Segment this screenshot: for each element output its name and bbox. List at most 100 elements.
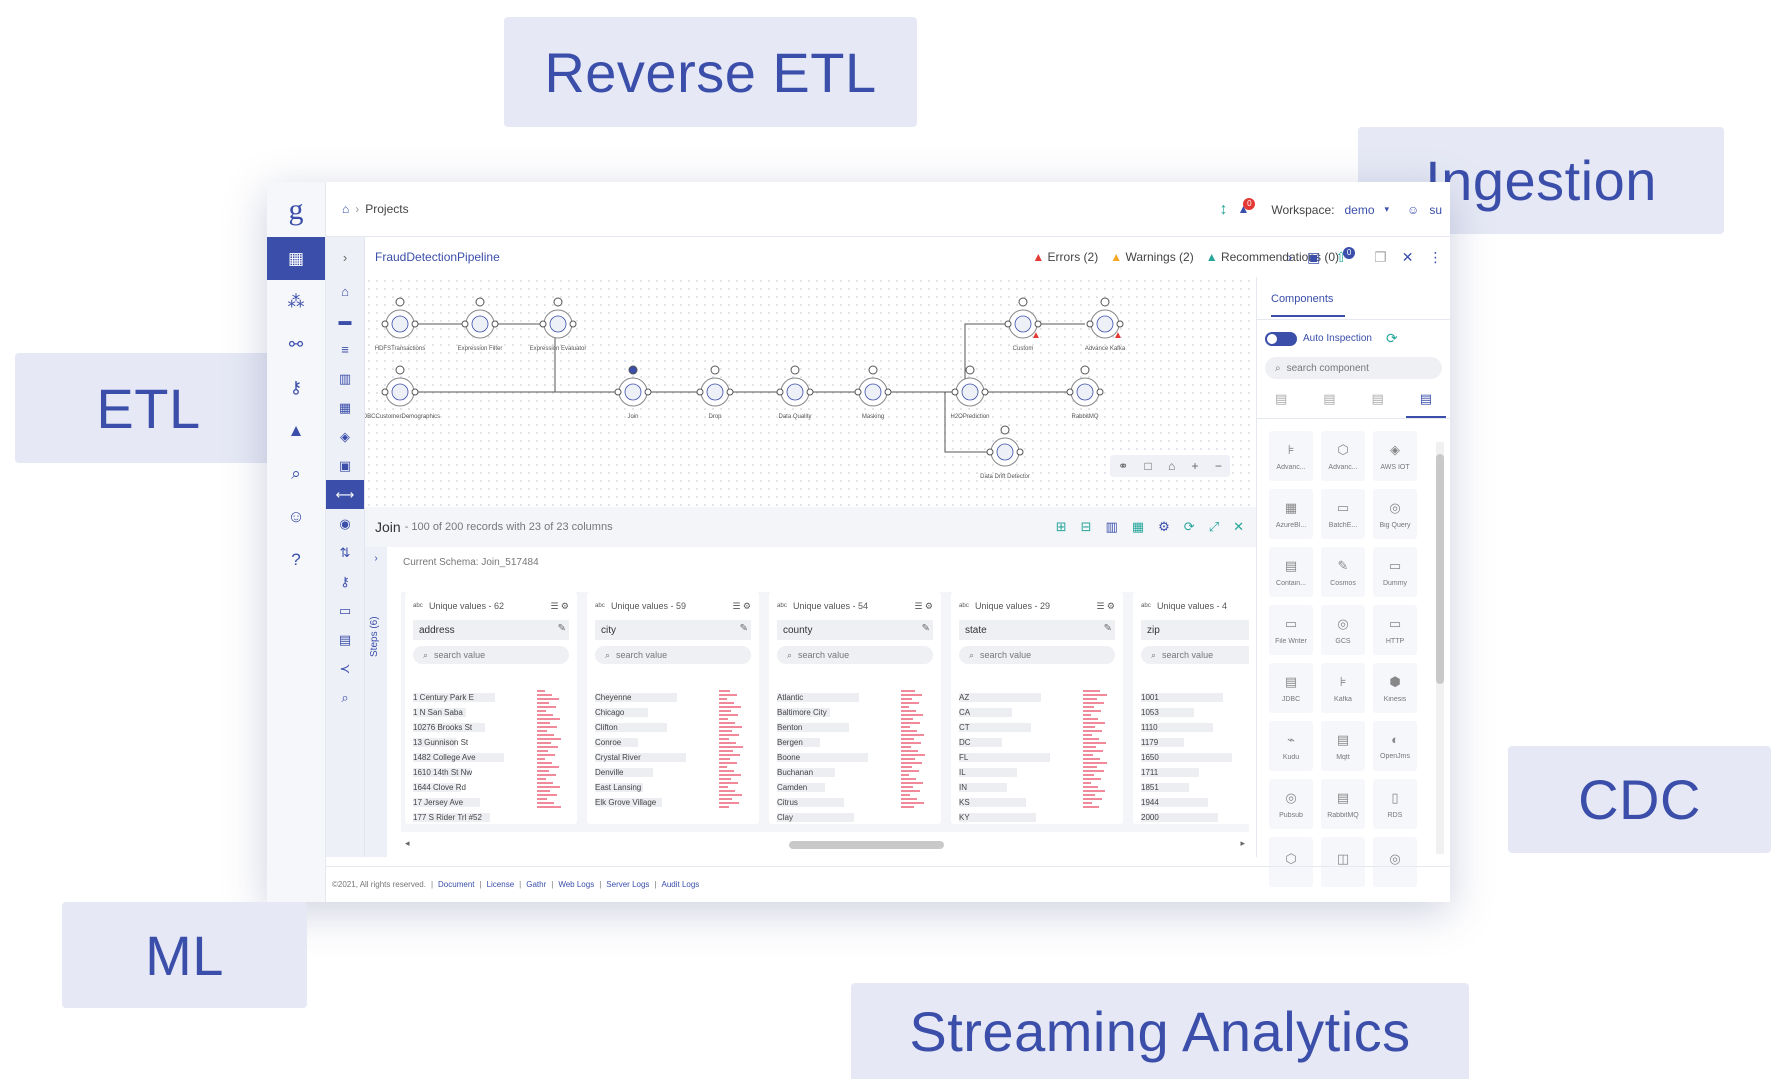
- footer-link[interactable]: License: [487, 880, 515, 889]
- chevron-right-icon[interactable]: ›: [1288, 249, 1293, 265]
- steps-panel[interactable]: › Steps (6): [365, 547, 387, 857]
- warnings-indicator[interactable]: ▲ Warnings (2): [1110, 250, 1193, 264]
- sync-icon[interactable]: ↕: [1219, 201, 1227, 219]
- component-item[interactable]: ▤ Contain...: [1269, 547, 1313, 597]
- list-item[interactable]: East Lansing: [595, 780, 691, 795]
- column-name-field[interactable]: city: [595, 620, 751, 640]
- column-search-input[interactable]: ⌕ search value: [413, 646, 569, 664]
- save-icon[interactable]: ▣: [1307, 249, 1320, 266]
- list-item[interactable]: CT: [959, 720, 1055, 735]
- refresh-data-icon[interactable]: ⟳: [1184, 519, 1195, 535]
- share-icon[interactable]: ≺: [326, 654, 364, 683]
- list-item[interactable]: 1644 Clove Rd: [413, 780, 509, 795]
- list-item[interactable]: Clay: [777, 810, 873, 825]
- pipeline-name[interactable]: FraudDetectionPipeline: [375, 250, 500, 264]
- list-item[interactable]: IL: [959, 765, 1055, 780]
- list-item[interactable]: 13 Gunnison St: [413, 735, 509, 750]
- list-item[interactable]: Cheyenne: [595, 690, 691, 705]
- chart-icon[interactable]: ▥: [326, 364, 364, 393]
- zoom-out-icon[interactable]: −: [1215, 459, 1222, 473]
- list-item[interactable]: 1650: [1141, 750, 1237, 765]
- list-item[interactable]: 17 Jersey Ave: [413, 795, 509, 810]
- column-search-input[interactable]: ⌕ search value: [959, 646, 1115, 664]
- table-view-icon[interactable]: ▦: [1132, 519, 1144, 535]
- list-item[interactable]: 1053: [1141, 705, 1237, 720]
- list-item[interactable]: 1 N San Saba: [413, 705, 509, 720]
- list-item[interactable]: 1 Century Park E: [413, 690, 509, 705]
- components-scrollbar[interactable]: [1436, 442, 1444, 854]
- column-settings-icon[interactable]: ☰ ⚙: [550, 601, 569, 612]
- list-item[interactable]: KY: [959, 810, 1055, 825]
- component-item[interactable]: ▭ BatchE...: [1321, 489, 1365, 539]
- pipeline-node[interactable]: RabbitMQ: [1066, 365, 1104, 420]
- component-item[interactable]: ◎ Big Query: [1373, 489, 1417, 539]
- publish-icon[interactable]: ⇧0: [1335, 246, 1359, 266]
- home-sub-icon[interactable]: ⌂: [326, 277, 364, 306]
- component-item[interactable]: ▯ RDS: [1373, 779, 1417, 829]
- column-search-input[interactable]: ⌕ search value: [777, 646, 933, 664]
- component-item[interactable]: ⊧ Kafka: [1321, 663, 1365, 713]
- list-item[interactable]: Camden: [777, 780, 873, 795]
- errors-indicator[interactable]: ▲ Errors (2): [1032, 250, 1098, 264]
- columns-view-icon[interactable]: ▥: [1106, 519, 1118, 535]
- dashboard-icon[interactable]: ▦: [267, 237, 325, 280]
- list-item[interactable]: Crystal River: [595, 750, 691, 765]
- pipeline-node[interactable]: HDFSTransactions: [375, 297, 425, 352]
- component-search[interactable]: ⌕ search component: [1265, 357, 1442, 379]
- zoom-in-icon[interactable]: +: [1192, 459, 1199, 473]
- pipeline-node[interactable]: Masking: [854, 365, 892, 420]
- pipeline-icon[interactable]: ⟷: [326, 480, 364, 509]
- category-emitter-icon[interactable]: ▤: [1405, 391, 1446, 418]
- column-settings-icon[interactable]: ☰ ⚙: [732, 601, 751, 612]
- profile-scrollbar[interactable]: ◂ ▸: [401, 838, 1249, 850]
- monitor-icon[interactable]: ▭: [326, 596, 364, 625]
- folder-icon[interactable]: ▬: [326, 306, 364, 335]
- list-item[interactable]: Buchanan: [777, 765, 873, 780]
- list-item[interactable]: 1711: [1141, 765, 1237, 780]
- copy-icon[interactable]: ❐: [1374, 249, 1387, 266]
- shield-icon[interactable]: ◈: [326, 422, 364, 451]
- column-search-input[interactable]: ⌕ search value: [1141, 646, 1249, 664]
- pipeline-node[interactable]: Data Quality: [776, 365, 814, 420]
- chevron-down-icon[interactable]: ▾: [1385, 204, 1390, 215]
- breadcrumb-projects[interactable]: Projects: [365, 202, 408, 216]
- list-item[interactable]: Baltimore City: [777, 705, 873, 720]
- component-item[interactable]: ⬢ Kinesis: [1373, 663, 1417, 713]
- list-item[interactable]: 1179: [1141, 735, 1237, 750]
- list-item[interactable]: Citrus: [777, 795, 873, 810]
- component-item[interactable]: ▦ AzureBl...: [1269, 489, 1313, 539]
- list-item[interactable]: Clifton: [595, 720, 691, 735]
- users-icon[interactable]: ☺: [267, 495, 325, 538]
- list-item[interactable]: KS: [959, 795, 1055, 810]
- footer-link[interactable]: Server Logs: [606, 880, 649, 889]
- components-tab[interactable]: Components: [1257, 277, 1450, 320]
- list-item[interactable]: 177 S Rider Trl #52: [413, 810, 509, 825]
- pipeline-node[interactable]: H2OPrediction: [950, 365, 990, 420]
- list-item[interactable]: FL: [959, 750, 1055, 765]
- workspace-select[interactable]: demo: [1344, 203, 1374, 217]
- column-search-input[interactable]: ⌕ search value: [595, 646, 751, 664]
- close-panel-icon[interactable]: ✕: [1233, 519, 1244, 535]
- pipeline-node[interactable]: Advance Kafka ▲: [1085, 297, 1126, 352]
- column-settings-icon[interactable]: ☰ ⚙: [914, 601, 933, 612]
- steps-expand-icon[interactable]: ›: [365, 547, 387, 564]
- component-item[interactable]: ◐ OpenJms: [1373, 721, 1417, 771]
- component-item[interactable]: ◎ Pubsub: [1269, 779, 1313, 829]
- inbox-icon[interactable]: ▤: [326, 625, 364, 654]
- pipeline-canvas[interactable]: HDFSTransactions Expression Filter Express…: [365, 277, 1256, 507]
- auto-inspection-toggle[interactable]: [1265, 331, 1297, 346]
- user-icon[interactable]: ☺: [1407, 203, 1419, 217]
- list-item[interactable]: 10276 Brooks St: [413, 720, 509, 735]
- component-item[interactable]: ✎ Cosmos: [1321, 547, 1365, 597]
- more-icon[interactable]: ⋮: [1428, 249, 1442, 266]
- apps-icon[interactable]: ⁂: [267, 280, 325, 323]
- category-source-icon[interactable]: ▤: [1261, 391, 1301, 418]
- list-item[interactable]: Denville: [595, 765, 691, 780]
- canvas-home-icon[interactable]: ⌂: [1168, 459, 1175, 473]
- expand-icon[interactable]: ›: [326, 237, 364, 277]
- component-item[interactable]: ▤ RabbitMQ: [1321, 779, 1365, 829]
- component-item[interactable]: ◈ AWS IOT: [1373, 431, 1417, 481]
- component-item[interactable]: ▤ Mqtt: [1321, 721, 1365, 771]
- component-item[interactable]: ▭ File Writer: [1269, 605, 1313, 655]
- expand-panel-icon[interactable]: ⤢: [1209, 519, 1219, 535]
